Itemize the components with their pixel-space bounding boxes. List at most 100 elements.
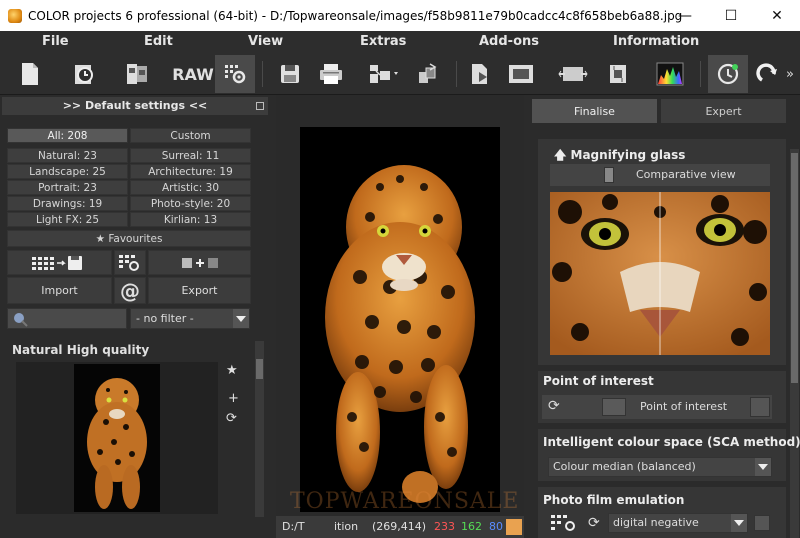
- copy-icon[interactable]: [750, 397, 770, 417]
- category-photo-style[interactable]: Photo-style: 20: [130, 196, 251, 211]
- right-panel: Finalise Expert 🡅 Magnifying glass Compa…: [528, 95, 800, 538]
- category-artistic[interactable]: Artistic: 30: [130, 180, 251, 195]
- film-grid-icon[interactable]: [550, 513, 578, 533]
- tab-finalise[interactable]: Finalise: [532, 99, 657, 123]
- minimize-button[interactable]: —: [662, 0, 708, 31]
- star-icon: ★: [95, 233, 109, 245]
- category-drawings[interactable]: Drawings: 19: [7, 196, 128, 211]
- refresh-icon[interactable]: ⟳: [548, 398, 560, 414]
- print-icon[interactable]: [311, 55, 351, 93]
- preset-scrollbar-thumb[interactable]: [256, 359, 263, 379]
- menu-bar: File Edit View Extras Add-ons Informatio…: [0, 31, 800, 53]
- film-emulation-value: digital negative: [613, 516, 699, 529]
- resize-icon[interactable]: [553, 55, 593, 93]
- import-button[interactable]: Import: [7, 277, 112, 304]
- menu-edit[interactable]: Edit: [144, 34, 173, 49]
- main-image[interactable]: [300, 127, 500, 512]
- toolbar-separator: [456, 61, 457, 87]
- status-red-value: 233: [434, 520, 455, 533]
- point-of-interest-label: Point of interest: [640, 400, 728, 413]
- film-options-icon[interactable]: [754, 515, 770, 531]
- preset-thumbnail-image: [74, 364, 160, 512]
- open-in-editor-icon[interactable]: [461, 55, 501, 93]
- histogram-icon[interactable]: [650, 55, 690, 93]
- colour-space-value: Colour median (balanced): [553, 460, 696, 473]
- frame-icon[interactable]: [501, 55, 541, 93]
- comparative-view-label: Comparative view: [636, 168, 736, 181]
- crop-icon[interactable]: [598, 55, 638, 93]
- export-button[interactable]: Export: [148, 277, 251, 304]
- undock-icon[interactable]: [256, 102, 264, 110]
- toolbar-separator: [700, 61, 701, 87]
- right-scrollbar-thumb[interactable]: [791, 153, 798, 383]
- menu-file[interactable]: File: [42, 34, 69, 49]
- category-all[interactable]: All: 208: [7, 128, 128, 143]
- preset-scrollbar[interactable]: [255, 341, 264, 517]
- category-custom[interactable]: Custom: [130, 128, 251, 143]
- category-natural[interactable]: Natural: 23: [7, 148, 128, 163]
- grid-settings-button[interactable]: [114, 250, 146, 275]
- menu-view[interactable]: View: [248, 34, 283, 49]
- favourites-button[interactable]: ★ Favourites: [7, 230, 251, 247]
- default-settings-title: >> Default settings <<: [62, 99, 208, 112]
- history-icon[interactable]: [64, 55, 104, 93]
- merge-settings-button[interactable]: [148, 250, 251, 275]
- status-bar: D:/T ition (269,414) 233 162 80: [276, 516, 524, 538]
- left-panel: >> Default settings << All: 208 Custom N…: [0, 95, 270, 538]
- category-surreal[interactable]: Surreal: 11: [130, 148, 251, 163]
- compare-images-icon[interactable]: [117, 55, 157, 93]
- magnifier-preview[interactable]: [550, 192, 770, 355]
- export-menu-icon[interactable]: [364, 55, 404, 93]
- search-input[interactable]: [7, 308, 127, 329]
- poi-toggle-button[interactable]: [602, 398, 626, 416]
- color-swatch: [506, 519, 522, 535]
- toggle-switch[interactable]: [604, 167, 614, 183]
- colour-space-dropdown[interactable]: Colour median (balanced): [548, 457, 772, 477]
- chevron-down-icon: [731, 514, 747, 532]
- comparative-view-toggle[interactable]: Comparative view: [550, 164, 770, 186]
- settings-grid-icon[interactable]: [215, 55, 255, 93]
- category-portrait[interactable]: Portrait: 23: [7, 180, 128, 195]
- default-settings-header[interactable]: >> Default settings <<: [2, 97, 268, 115]
- point-of-interest-title: Point of interest: [543, 374, 654, 388]
- image-viewer: TOPWAREONSALE D:/T ition (269,414) 233 1…: [276, 95, 524, 538]
- maximize-button[interactable]: ☐: [708, 0, 754, 31]
- category-architecture[interactable]: Architecture: 19: [130, 164, 251, 179]
- preset-section-title: Natural High quality: [12, 343, 150, 357]
- toolbar-separator: [262, 61, 263, 87]
- raw-icon[interactable]: RAW: [172, 55, 214, 93]
- save-settings-button[interactable]: [7, 250, 112, 275]
- point-of-interest-row: ⟳ Point of interest: [542, 395, 772, 419]
- film-emulation-title: Photo film emulation: [543, 493, 685, 507]
- category-landscape[interactable]: Landscape: 25: [7, 164, 128, 179]
- add-preset-icon[interactable]: +: [228, 391, 239, 406]
- status-path: D:/T: [282, 520, 305, 533]
- preset-thumbnail[interactable]: [16, 362, 218, 514]
- category-kirlian[interactable]: Kirlian: 13: [130, 212, 251, 227]
- toolbar-overflow-button[interactable]: »: [780, 55, 800, 93]
- close-button[interactable]: ✕: [754, 0, 800, 31]
- tab-expert[interactable]: Expert: [661, 99, 786, 123]
- toolbar: RAW »: [0, 53, 800, 95]
- new-document-icon[interactable]: [10, 55, 50, 93]
- batch-icon[interactable]: [408, 55, 448, 93]
- refresh-preset-icon[interactable]: ⟳: [226, 411, 237, 426]
- film-refresh-icon[interactable]: ⟳: [588, 515, 600, 531]
- right-scrollbar[interactable]: [790, 149, 799, 538]
- email-button[interactable]: @: [114, 277, 146, 304]
- favourite-star-icon[interactable]: ★: [226, 363, 238, 378]
- menu-add-ons[interactable]: Add-ons: [479, 34, 539, 49]
- grid-gear-icon: [119, 254, 139, 271]
- jaguar-photo: [300, 127, 500, 512]
- status-blue-value: 80: [489, 520, 503, 533]
- film-emulation-dropdown[interactable]: digital negative: [608, 513, 748, 533]
- watermark-text: TOPWAREONSALE: [290, 489, 520, 514]
- chevron-down-icon: [233, 309, 249, 328]
- filter-dropdown[interactable]: - no filter -: [130, 308, 250, 329]
- menu-information[interactable]: Information: [613, 34, 699, 49]
- menu-extras[interactable]: Extras: [360, 34, 406, 49]
- save-icon[interactable]: [270, 55, 310, 93]
- auto-enhance-icon[interactable]: [708, 55, 748, 93]
- magnifying-glass-label: Magnifying glass: [570, 148, 686, 162]
- category-light-fx[interactable]: Light FX: 25: [7, 212, 128, 227]
